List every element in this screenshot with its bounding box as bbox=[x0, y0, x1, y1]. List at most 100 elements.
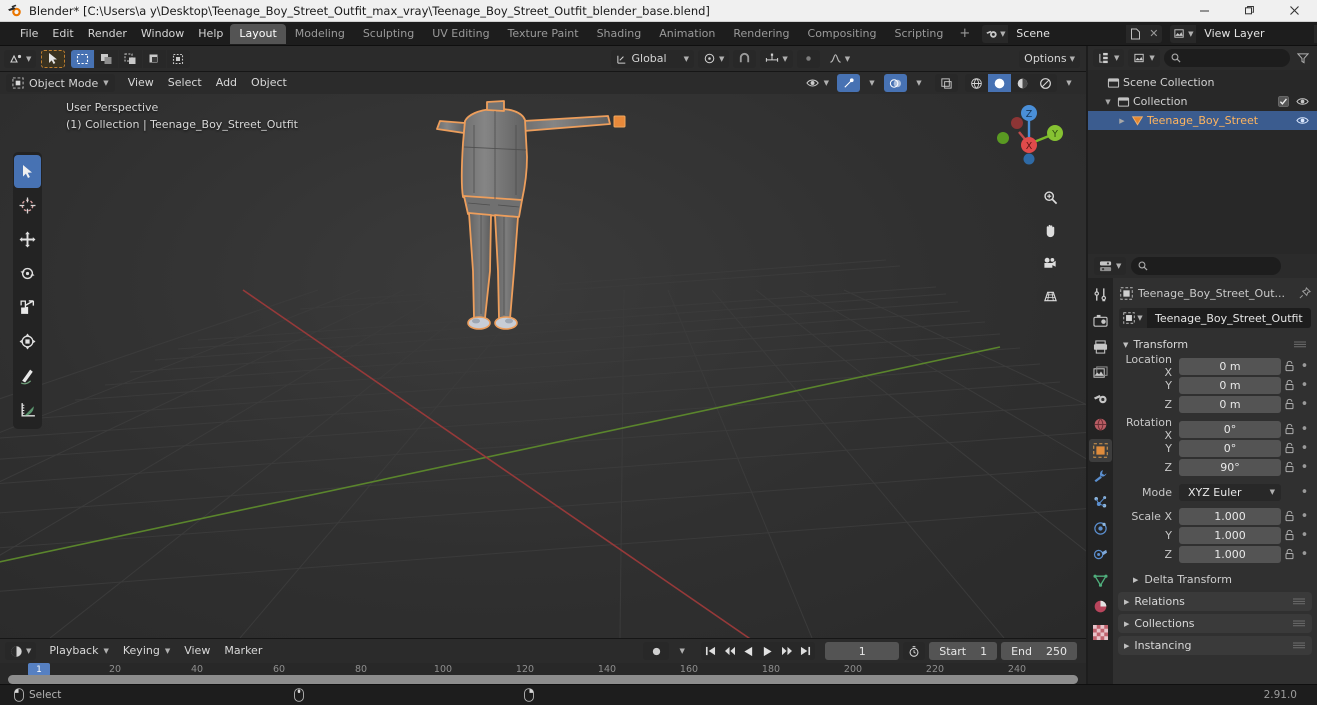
menu-file[interactable]: File bbox=[13, 24, 45, 43]
viewport-menu-select[interactable]: Select bbox=[161, 74, 209, 92]
disclosure-triangle-icon[interactable]: ▶ bbox=[1116, 117, 1128, 125]
lock-icon[interactable] bbox=[1281, 398, 1298, 410]
object-mode-dropdown[interactable]: Object Mode ▼ bbox=[6, 74, 115, 92]
view-layer-name-field[interactable]: View Layer bbox=[1196, 24, 1315, 43]
constraints-tab[interactable] bbox=[1089, 543, 1112, 566]
frame-range-end[interactable]: End 250 bbox=[1001, 642, 1077, 660]
jump-to-start-button[interactable] bbox=[701, 642, 721, 660]
outliner-display-mode-button[interactable]: ▼ bbox=[1128, 49, 1160, 67]
instancing-panel-header[interactable]: ▶ Instancing bbox=[1118, 636, 1312, 655]
lock-icon[interactable] bbox=[1281, 379, 1298, 391]
auto-keying-button[interactable] bbox=[643, 642, 670, 660]
properties-search-input[interactable] bbox=[1131, 257, 1282, 275]
tab-texture-paint[interactable]: Texture Paint bbox=[499, 24, 588, 44]
cursor-tool[interactable] bbox=[14, 189, 41, 222]
object-tab[interactable] bbox=[1089, 439, 1112, 462]
rotation-mode-dropdown[interactable]: XYZ Euler ▼ bbox=[1179, 483, 1281, 501]
solid-shading-button[interactable] bbox=[988, 74, 1011, 92]
eye-icon[interactable] bbox=[1296, 115, 1310, 126]
pivot-point-dropdown[interactable]: ▼ bbox=[697, 49, 730, 68]
timeline-ruler[interactable]: 1 20 40 60 80 100 120 140 160 180 200 22… bbox=[0, 663, 1086, 685]
relations-panel-header[interactable]: ▶ Relations bbox=[1118, 592, 1312, 611]
tab-rendering[interactable]: Rendering bbox=[724, 24, 798, 44]
rotation-y-value[interactable]: 0° bbox=[1179, 439, 1281, 457]
disclosure-triangle-icon[interactable]: ▶ bbox=[1124, 620, 1129, 628]
editor-type-button[interactable]: ▼ bbox=[4, 49, 37, 68]
object-data-tab[interactable] bbox=[1089, 569, 1112, 592]
shading-mode-group[interactable] bbox=[965, 74, 1057, 92]
wireframe-shading-button[interactable] bbox=[965, 74, 988, 92]
select-intersect-button[interactable] bbox=[143, 49, 167, 68]
play-button[interactable] bbox=[758, 642, 778, 660]
lock-icon[interactable] bbox=[1281, 510, 1298, 522]
move-tool[interactable] bbox=[14, 223, 41, 256]
jump-to-prev-keyframe-button[interactable] bbox=[720, 642, 740, 660]
remove-scene-button[interactable]: ✕ bbox=[1145, 24, 1163, 43]
select-extend-button[interactable] bbox=[95, 49, 119, 68]
particles-tab[interactable] bbox=[1089, 491, 1112, 514]
animate-property-dot[interactable]: • bbox=[1298, 422, 1311, 437]
viewport-canvas[interactable]: User Perspective (1) Collection | Teenag… bbox=[0, 94, 1086, 638]
jump-to-next-keyframe-button[interactable] bbox=[777, 642, 797, 660]
animate-property-dot[interactable]: • bbox=[1298, 378, 1311, 393]
scale-tool[interactable] bbox=[14, 291, 41, 324]
annotate-tool[interactable] bbox=[14, 359, 41, 392]
view-layer-selector[interactable]: ▼ View Layer ✕ bbox=[1170, 24, 1317, 43]
pan-navigate-button[interactable] bbox=[1037, 217, 1063, 243]
object-name-value[interactable]: Teenage_Boy_Street_Outfit bbox=[1147, 308, 1311, 328]
overlays-toggle-button[interactable] bbox=[884, 74, 907, 92]
disclosure-triangle-icon[interactable]: ▶ bbox=[1124, 598, 1129, 606]
outliner-editor-type-button[interactable]: ▼ bbox=[1093, 49, 1125, 67]
outliner-row-collection[interactable]: ▼ Collection bbox=[1088, 92, 1317, 111]
location-x-value[interactable]: 0 m bbox=[1179, 357, 1281, 375]
outliner-row-object[interactable]: ▶ Teenage_Boy_Street bbox=[1088, 111, 1317, 130]
tab-shading[interactable]: Shading bbox=[588, 24, 651, 44]
overlays-options-dropdown[interactable]: ▼ bbox=[910, 74, 928, 92]
toggle-perspective-button[interactable] bbox=[1037, 283, 1063, 309]
animate-property-dot[interactable]: • bbox=[1298, 509, 1311, 524]
animate-property-dot[interactable]: • bbox=[1298, 397, 1311, 412]
proportional-edit-button[interactable] bbox=[796, 49, 820, 68]
close-button[interactable] bbox=[1272, 0, 1317, 22]
frame-range-start[interactable]: Start 1 bbox=[929, 642, 998, 660]
use-preview-range-button[interactable] bbox=[903, 642, 926, 660]
tab-compositing[interactable]: Compositing bbox=[799, 24, 886, 44]
lock-icon[interactable] bbox=[1281, 461, 1298, 473]
jump-to-end-button[interactable] bbox=[796, 642, 816, 660]
timeline-menu-marker[interactable]: Marker bbox=[217, 642, 269, 660]
scale-y-value[interactable]: 1.000 bbox=[1179, 526, 1281, 544]
select-mode-group[interactable] bbox=[71, 49, 191, 68]
tab-uv-editing[interactable]: UV Editing bbox=[423, 24, 498, 44]
disclosure-triangle-icon[interactable]: ▶ bbox=[1124, 642, 1129, 650]
current-frame-field[interactable]: 1 bbox=[825, 642, 900, 660]
scene-tab[interactable] bbox=[1089, 387, 1112, 410]
animate-property-dot[interactable]: • bbox=[1298, 460, 1311, 475]
scale-x-value[interactable]: 1.000 bbox=[1179, 507, 1281, 525]
snap-settings-dropdown[interactable]: ▼ bbox=[760, 49, 793, 68]
maximize-button[interactable] bbox=[1227, 0, 1272, 22]
scene-name-field[interactable]: Scene bbox=[1008, 24, 1127, 43]
scene-selector[interactable]: ▼ Scene ✕ bbox=[982, 24, 1163, 43]
transform-orientation-dropdown[interactable]: Global ▼ bbox=[610, 49, 694, 68]
viewport-menu-object[interactable]: Object bbox=[244, 74, 294, 92]
world-tab[interactable] bbox=[1089, 413, 1112, 436]
tool-toggle-button[interactable] bbox=[41, 49, 66, 68]
character-mesh-object[interactable] bbox=[418, 99, 678, 349]
viewport-menu-add[interactable]: Add bbox=[209, 74, 244, 92]
tab-layout[interactable]: Layout bbox=[230, 23, 286, 44]
checkbox-checked-icon[interactable] bbox=[1278, 96, 1289, 107]
animate-property-dot[interactable]: • bbox=[1298, 547, 1311, 562]
viewport-options-dropdown[interactable]: Options ▼ bbox=[1019, 49, 1080, 68]
tool-tab[interactable] bbox=[1089, 283, 1112, 306]
material-preview-button[interactable] bbox=[1011, 74, 1034, 92]
measure-tool[interactable] bbox=[14, 393, 41, 426]
physics-tab[interactable] bbox=[1089, 517, 1112, 540]
lock-icon[interactable] bbox=[1281, 529, 1298, 541]
pin-icon[interactable] bbox=[1299, 287, 1311, 299]
add-workspace-button[interactable]: + bbox=[952, 26, 977, 41]
location-y-value[interactable]: 0 m bbox=[1179, 376, 1281, 394]
lock-icon[interactable] bbox=[1281, 360, 1298, 372]
object-type-icon[interactable]: ▼ bbox=[1119, 308, 1147, 328]
timeline-editor-type-button[interactable]: ▼ bbox=[5, 642, 37, 660]
transform-panel-header[interactable]: ▼ Transform bbox=[1117, 335, 1313, 354]
